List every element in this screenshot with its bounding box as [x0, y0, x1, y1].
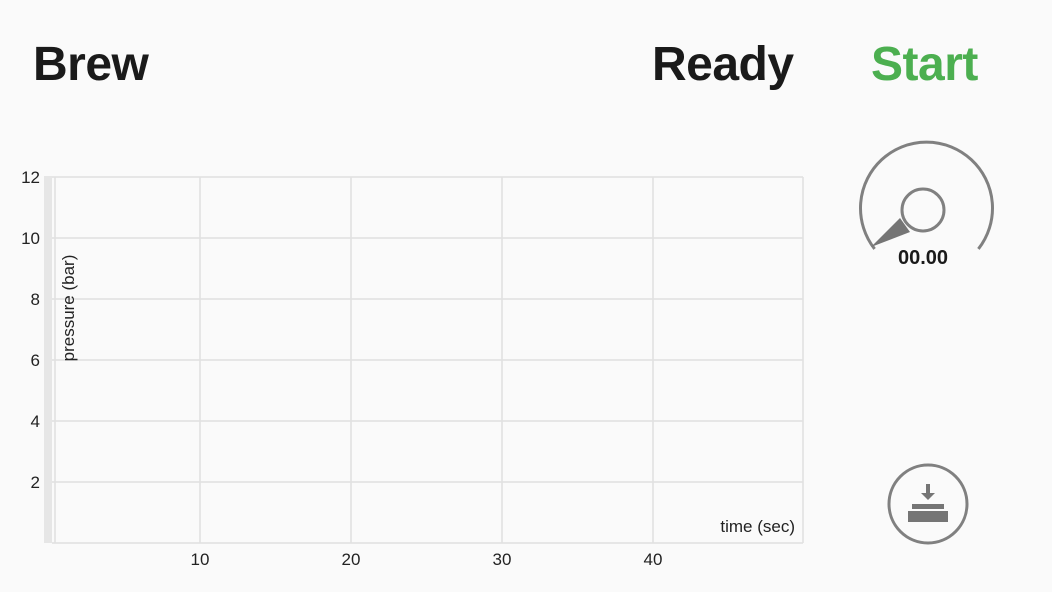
y-tick-label: 4 — [31, 412, 40, 431]
x-tick-label: 30 — [493, 550, 512, 569]
page-title: Brew — [33, 38, 149, 91]
pressure-chart: 2 4 6 8 10 12 10 20 30 40 pressure (bar) time (s… — [21, 168, 804, 569]
y-tick-label: 10 — [21, 229, 40, 248]
brew-screen: Brew Ready Start 2 4 6 8 10 12 10 20 30 40 press… — [0, 0, 1052, 592]
y-tick-label: 6 — [31, 351, 40, 370]
x-tick-label: 40 — [644, 550, 663, 569]
x-axis-label: time (sec) — [720, 517, 795, 536]
scale-tare-icon — [887, 463, 969, 545]
chart-grid — [52, 176, 804, 544]
tare-button[interactable] — [886, 462, 970, 546]
gauge-value: 00.00 — [897, 247, 949, 269]
x-tick-label: 20 — [342, 550, 361, 569]
x-axis-ticks: 10 20 30 40 — [191, 550, 663, 569]
y-tick-label: 12 — [21, 168, 40, 187]
y-axis-label: pressure (bar) — [59, 255, 78, 362]
start-button[interactable]: Start — [871, 36, 978, 94]
x-tick-label: 10 — [191, 550, 210, 569]
y-tick-label: 8 — [31, 290, 40, 309]
status-label: Ready — [652, 38, 794, 91]
y-axis-bar — [44, 176, 52, 543]
y-axis-ticks: 2 4 6 8 10 12 — [21, 168, 40, 492]
y-tick-label: 2 — [31, 473, 40, 492]
